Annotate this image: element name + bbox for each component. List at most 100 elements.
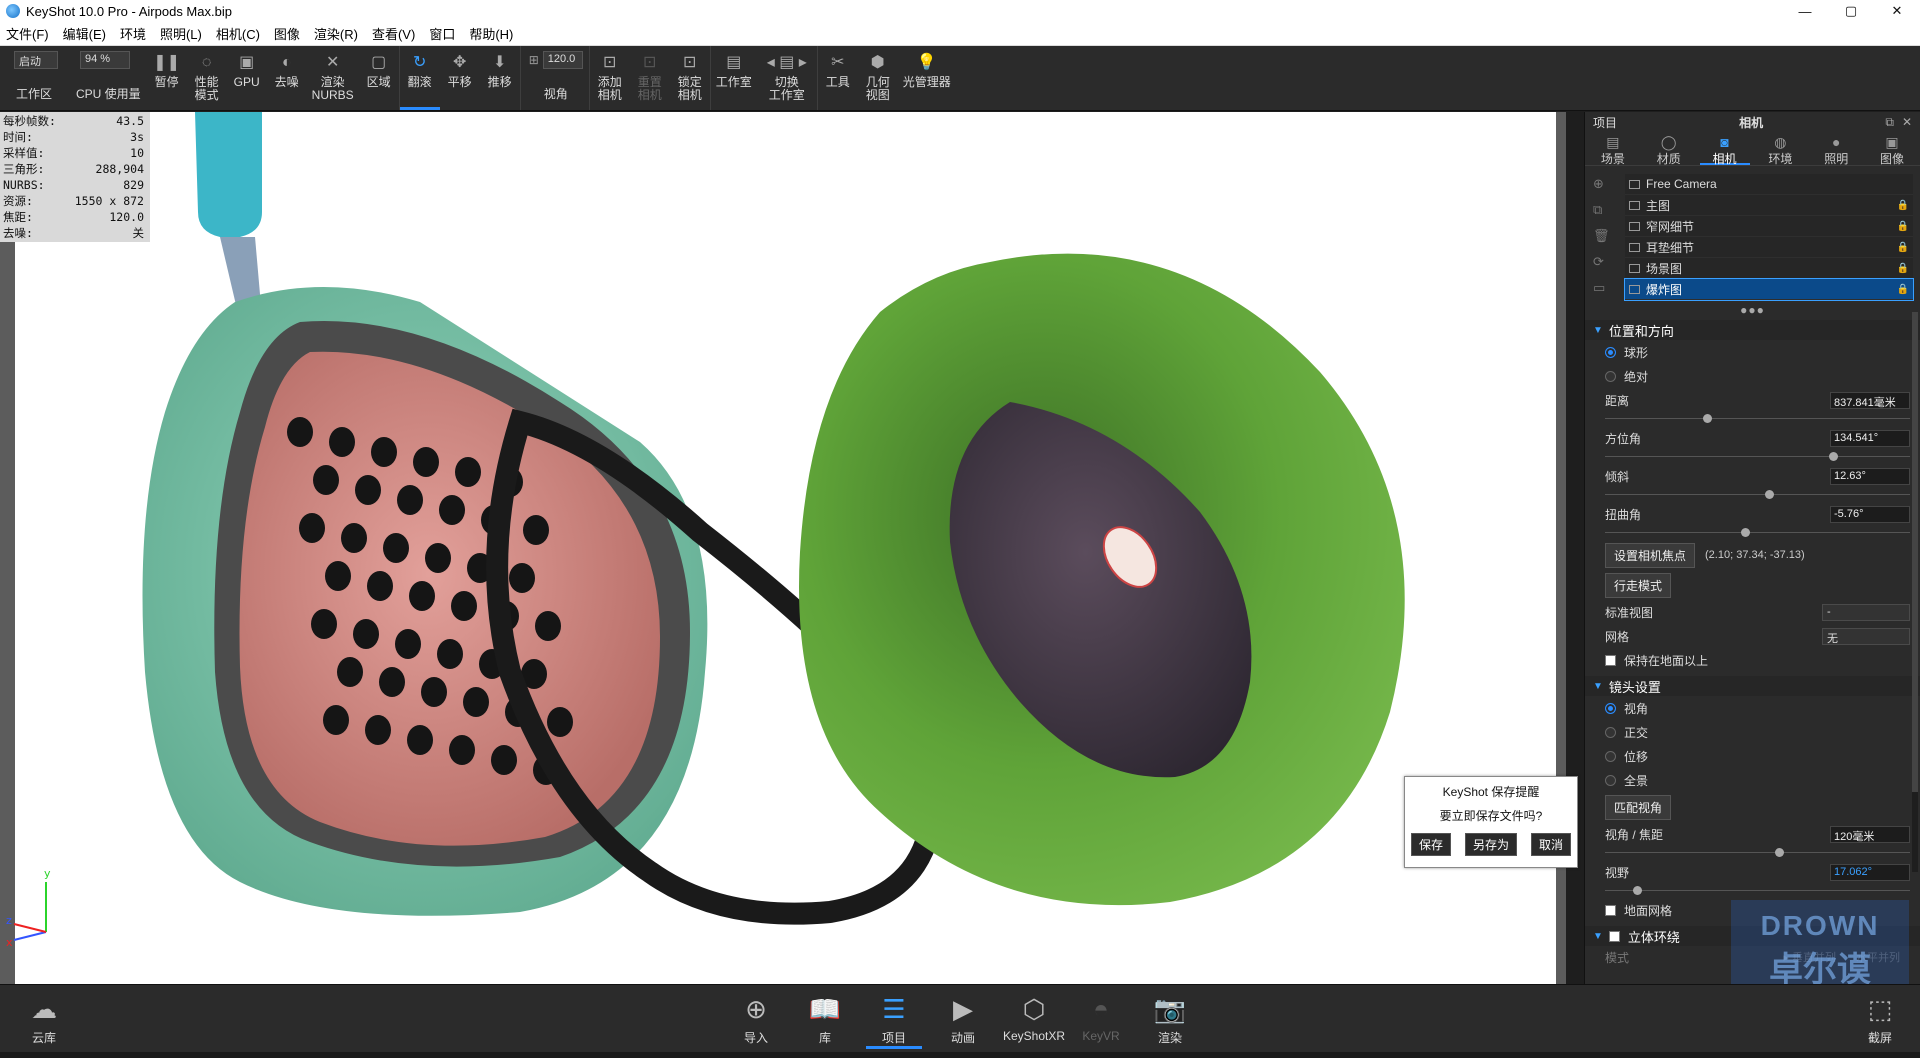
focal-length-slider[interactable] bbox=[1605, 846, 1910, 860]
grid-select[interactable]: 无 bbox=[1822, 627, 1910, 645]
tab-environment[interactable]: ◍ 环境 bbox=[1755, 132, 1805, 166]
switch-studio-button[interactable]: ◂ ▤ ▸ 切换 工作室 bbox=[757, 46, 817, 110]
add-camera-button[interactable]: ⊡ 添加 相机 bbox=[590, 46, 630, 110]
lock-icon[interactable]: 🔒 bbox=[1897, 221, 1909, 232]
lens-section-header[interactable]: ▼ 镜头设置 bbox=[1585, 676, 1920, 696]
keep-above-ground-checkbox[interactable]: 保持在地面以上 bbox=[1585, 648, 1920, 672]
inclination-slider[interactable] bbox=[1605, 488, 1910, 502]
cancel-button[interactable]: 取消 bbox=[1530, 833, 1571, 856]
tab-camera[interactable]: ◙ 相机 bbox=[1699, 132, 1750, 166]
tools-button[interactable]: ✂ 工具 bbox=[818, 46, 858, 110]
panel-undock-icon[interactable]: ⧉ bbox=[1885, 115, 1894, 130]
standard-view-select[interactable]: - bbox=[1822, 603, 1910, 621]
maximize-button[interactable]: ▢ bbox=[1828, 0, 1874, 22]
minimize-button[interactable]: — bbox=[1782, 0, 1828, 22]
render-viewport[interactable]: y z x 每秒帧数: 43.5 时间: 3s 采样值: 10 三角形: 288,904… bbox=[0, 112, 1566, 984]
denoise-button[interactable]: ◐ 去噪 bbox=[267, 46, 307, 110]
import-button[interactable]: ⊕ 导入 bbox=[728, 991, 784, 1046]
render-nurbs-button[interactable]: ✕ 渲染 NURBS bbox=[307, 46, 359, 110]
project-button[interactable]: ☰ 项目 bbox=[866, 991, 922, 1049]
camera-item-mesh[interactable]: 窄网细节 🔒 bbox=[1625, 216, 1913, 237]
tumble-button[interactable]: ↻ 翻滚 bbox=[399, 46, 440, 110]
add-camera-icon[interactable]: ⊕ bbox=[1593, 176, 1611, 192]
inclination-input[interactable]: 12.63° bbox=[1830, 467, 1910, 485]
gpu-button[interactable]: ▣ GPU bbox=[227, 46, 267, 110]
match-perspective-button[interactable]: 匹配视角 bbox=[1605, 794, 1672, 820]
region-button[interactable]: ▢ 区域 bbox=[359, 46, 399, 110]
pause-button[interactable]: ❚❚ 暂停 bbox=[147, 46, 187, 110]
render-button[interactable]: 📷 渲染 bbox=[1142, 991, 1198, 1046]
refresh-camera-icon[interactable]: ⟳ bbox=[1593, 254, 1611, 270]
resize-handle[interactable]: ●●● bbox=[1585, 304, 1920, 316]
save-button[interactable]: 保存 bbox=[1411, 833, 1452, 856]
field-of-view-input[interactable]: 17.062° bbox=[1830, 863, 1910, 881]
tab-lighting[interactable]: ● 照明 bbox=[1811, 132, 1861, 166]
menu-window[interactable]: 窗口 bbox=[423, 24, 463, 43]
geometry-view-button[interactable]: ⬢ 几何 视图 bbox=[858, 46, 898, 110]
camera-item-earpad[interactable]: 耳垫细节 🔒 bbox=[1625, 237, 1913, 258]
library-button[interactable]: 📖 库 bbox=[797, 991, 853, 1046]
panel-scrollbar[interactable] bbox=[1912, 312, 1918, 872]
save-as-button[interactable]: 另存为 bbox=[1464, 833, 1517, 856]
menu-edit[interactable]: 编辑(E) bbox=[57, 24, 114, 43]
perspective-radio[interactable]: 视角 bbox=[1585, 696, 1920, 720]
spherical-radio[interactable]: 球形 bbox=[1585, 340, 1920, 364]
pan-button[interactable]: ✥ 平移 bbox=[440, 46, 480, 110]
azimuth-input[interactable]: 134.541° bbox=[1830, 429, 1910, 447]
twist-input[interactable]: -5.76° bbox=[1830, 505, 1910, 523]
walk-mode-button[interactable]: 行走模式 bbox=[1605, 572, 1672, 598]
workspace-label[interactable]: 工作区 bbox=[16, 85, 62, 102]
focal-length-input[interactable]: 120毫米 bbox=[1830, 825, 1910, 843]
cpu-percent-select[interactable]: 94 % bbox=[80, 51, 130, 69]
studio-button[interactable]: ▤ 工作室 bbox=[711, 46, 757, 110]
set-focus-button[interactable]: 设置相机焦点 bbox=[1605, 542, 1696, 568]
reset-camera-button[interactable]: ⊡ 重置 相机 bbox=[630, 46, 670, 110]
lock-icon[interactable]: 🔒 bbox=[1897, 284, 1909, 295]
lock-icon[interactable]: 🔒 bbox=[1897, 263, 1909, 274]
tab-material[interactable]: ◯ 材质 bbox=[1644, 132, 1694, 166]
distance-slider[interactable] bbox=[1605, 412, 1910, 426]
panel-close-icon[interactable]: ✕ bbox=[1902, 115, 1912, 129]
fov-input[interactable]: 120.0 bbox=[542, 51, 583, 69]
absolute-radio[interactable]: 绝对 bbox=[1585, 364, 1920, 388]
menu-render[interactable]: 渲染(R) bbox=[308, 24, 366, 43]
menu-environment[interactable]: 环境 bbox=[114, 24, 154, 43]
keyshotxr-button[interactable]: ⬡ KeyShotXR bbox=[1003, 991, 1065, 1044]
lock-icon[interactable]: 🔒 bbox=[1897, 200, 1909, 211]
delete-camera-icon[interactable]: 🗑 bbox=[1593, 228, 1611, 244]
distance-input[interactable]: 837.841毫米 bbox=[1830, 391, 1910, 409]
menu-image[interactable]: 图像 bbox=[268, 24, 308, 43]
stereo-checkbox[interactable] bbox=[1608, 930, 1620, 942]
panorama-radio[interactable]: 全景 bbox=[1585, 768, 1920, 792]
position-section-header[interactable]: ▼ 位置和方向 bbox=[1585, 320, 1920, 340]
animation-button[interactable]: ▶ 动画 bbox=[935, 991, 991, 1046]
menu-lighting[interactable]: 照明(L) bbox=[154, 24, 210, 43]
azimuth-slider[interactable] bbox=[1605, 450, 1910, 464]
render-image[interactable] bbox=[0, 112, 1566, 984]
cloud-library-button[interactable]: ☁ 云库 bbox=[16, 991, 72, 1046]
lock-camera-button[interactable]: ⊡ 锁定 相机 bbox=[670, 46, 710, 110]
save-camera-icon[interactable]: ▭ bbox=[1593, 280, 1611, 296]
menu-file[interactable]: 文件(F) bbox=[0, 24, 57, 43]
camera-item-exploded[interactable]: 爆炸图 🔒 bbox=[1624, 278, 1914, 301]
field-of-view-slider[interactable] bbox=[1605, 884, 1910, 898]
camera-item-free[interactable]: Free Camera bbox=[1625, 174, 1913, 195]
menu-view[interactable]: 查看(V) bbox=[366, 24, 423, 43]
orthographic-radio[interactable]: 正交 bbox=[1585, 720, 1920, 744]
twist-slider[interactable] bbox=[1605, 526, 1910, 540]
close-button[interactable]: ✕ bbox=[1874, 0, 1920, 22]
menu-help[interactable]: 帮助(H) bbox=[463, 24, 521, 43]
lock-icon[interactable]: 🔒 bbox=[1897, 242, 1909, 253]
dolly-button[interactable]: ⬇ 推移 bbox=[480, 46, 520, 110]
tab-image[interactable]: ▣ 图像 bbox=[1867, 132, 1917, 166]
mode-select[interactable]: 启动 bbox=[14, 51, 58, 69]
tab-scene[interactable]: ▤ 场景 bbox=[1588, 132, 1638, 166]
shift-radio[interactable]: 位移 bbox=[1585, 744, 1920, 768]
camera-item-scene[interactable]: 场景图 🔒 bbox=[1625, 258, 1913, 279]
camera-item-main[interactable]: 主图 🔒 bbox=[1625, 195, 1913, 216]
duplicate-camera-icon[interactable]: ⧉ bbox=[1593, 202, 1611, 218]
menu-camera[interactable]: 相机(C) bbox=[210, 24, 268, 43]
performance-mode-button[interactable]: ◌ 性能 模式 bbox=[187, 46, 227, 110]
screenshot-button[interactable]: ⬚ 截屏 bbox=[1852, 991, 1908, 1046]
keyvr-button[interactable]: ◓ KeyVR bbox=[1073, 991, 1129, 1044]
